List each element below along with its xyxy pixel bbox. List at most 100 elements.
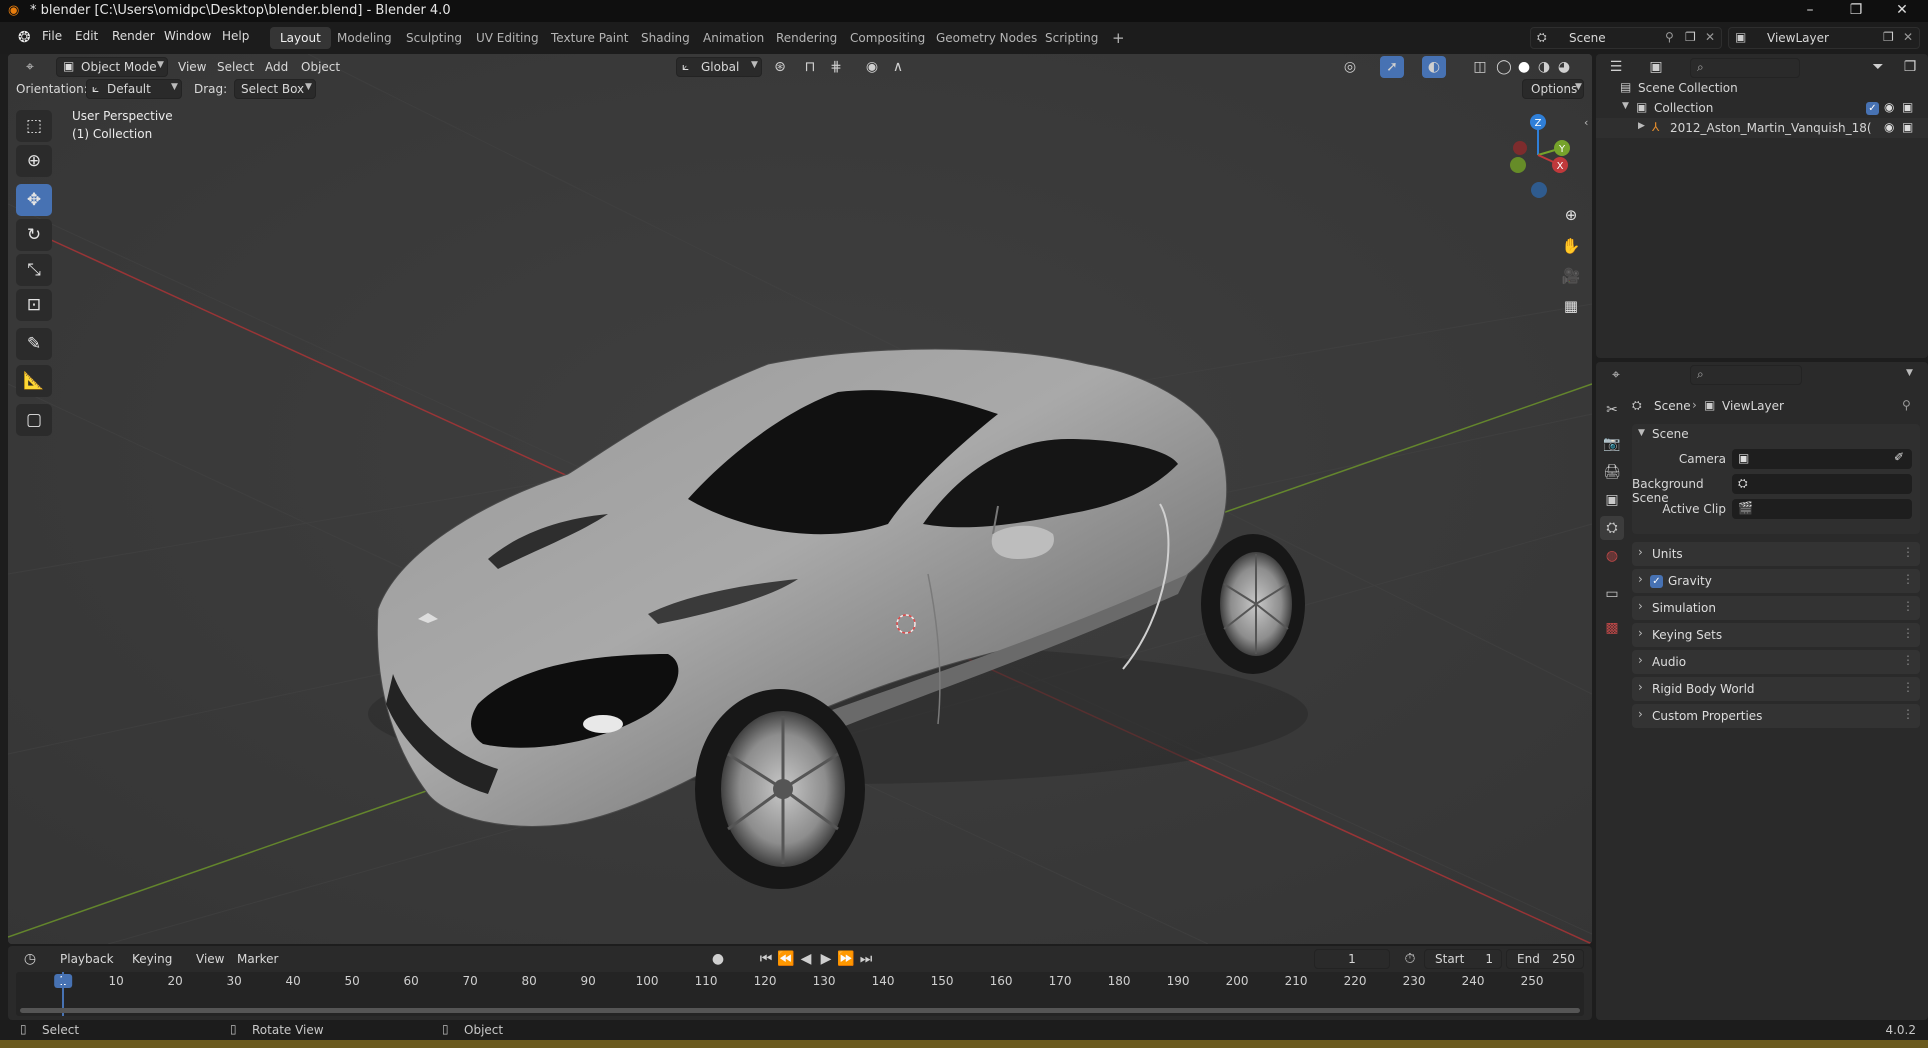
drag-handle-icon[interactable]: ⋮ xyxy=(1902,545,1914,559)
properties-editor-type-icon[interactable]: ⌖ xyxy=(1604,364,1628,386)
snap-icon[interactable]: ⊓ xyxy=(798,56,822,78)
record-icon[interactable]: ● xyxy=(706,948,730,970)
transform-tool[interactable]: ⊡ xyxy=(16,289,52,321)
camera-render-icon[interactable]: ▣ xyxy=(1902,100,1913,114)
annotate-tool[interactable]: ✎ xyxy=(16,328,52,360)
eye-icon[interactable]: ◉ xyxy=(1884,120,1894,134)
disclosure-triangle-icon[interactable]: ▶ xyxy=(1638,121,1645,131)
outliner-row-collection[interactable]: ▼ ▣ Collection ✓ ◉ ▣ xyxy=(1596,98,1928,118)
pivot-point-icon[interactable]: ⊛ xyxy=(768,56,792,78)
pan-hand-icon[interactable]: ✋ xyxy=(1557,233,1585,259)
visibility-selectability-icon[interactable]: ◎ xyxy=(1338,56,1362,78)
menu-file[interactable]: File xyxy=(42,29,62,43)
blender-menu-icon[interactable]: ❂ xyxy=(18,28,31,46)
minimize-button[interactable]: – xyxy=(1787,0,1833,22)
viewport-menu-view[interactable]: View xyxy=(178,60,206,74)
disclosure-triangle-icon[interactable]: ▼ xyxy=(1622,101,1629,111)
render-tab-icon[interactable]: 📷 xyxy=(1600,432,1624,456)
tab-scripting[interactable]: Scripting xyxy=(1035,27,1108,49)
scene-section-title[interactable]: Scene xyxy=(1652,427,1689,441)
menu-window[interactable]: Window xyxy=(164,29,211,43)
drag-handle-icon[interactable]: ⋮ xyxy=(1902,653,1914,667)
outliner-row-scene-collection[interactable]: ▤ Scene Collection xyxy=(1596,78,1928,98)
timeline-scrollbar[interactable] xyxy=(20,1008,1580,1013)
camera-field[interactable]: ▣ ✐ xyxy=(1732,449,1912,469)
remove-scene-icon[interactable]: ✕ xyxy=(1705,30,1715,44)
chevron-down-icon[interactable]: ▼ xyxy=(1638,428,1645,438)
filter-icon[interactable]: ⏷ xyxy=(1866,56,1890,78)
timeline-track[interactable]: 1102030405060708090100110120130140150160… xyxy=(16,972,1584,1016)
3d-viewport[interactable] xyxy=(8,54,1592,944)
outliner-search-input[interactable]: ⌕ xyxy=(1690,58,1800,78)
tab-geometry-nodes[interactable]: Geometry Nodes xyxy=(926,27,1047,49)
gizmo-neg-x-axis[interactable] xyxy=(1513,141,1527,155)
jump-end-icon[interactable]: ⏭ xyxy=(854,948,878,970)
timeline-menu-playback[interactable]: Playback xyxy=(60,952,114,966)
xray-toggle-icon[interactable]: ◫ xyxy=(1468,56,1492,78)
tab-compositing[interactable]: Compositing xyxy=(840,27,935,49)
chevron-down-icon[interactable]: ▼ xyxy=(1906,368,1913,378)
tab-sculpting[interactable]: Sculpting xyxy=(396,27,472,49)
eye-icon[interactable]: ◉ xyxy=(1884,100,1894,114)
transform-orientation-selector[interactable]: ⟀ Global ▼ xyxy=(676,57,762,77)
collection-include-checkbox[interactable]: ✓ xyxy=(1866,102,1879,115)
camera-render-icon[interactable]: ▣ xyxy=(1902,120,1913,134)
drag-handle-icon[interactable]: ⋮ xyxy=(1902,707,1914,721)
drag-handle-icon[interactable]: ⋮ xyxy=(1902,680,1914,694)
world-tab-icon[interactable]: ◍ xyxy=(1600,544,1624,568)
falloff-icon[interactable]: ∧ xyxy=(886,56,910,78)
proportional-edit-icon[interactable]: ◉ xyxy=(860,56,884,78)
rotate-tool[interactable]: ↻ xyxy=(16,219,52,251)
viewlayer-selector[interactable]: ▣ ViewLayer ❐ ✕ xyxy=(1728,27,1920,49)
pin-icon[interactable]: ⚲ xyxy=(1665,30,1674,44)
new-viewlayer-icon[interactable]: ❐ xyxy=(1883,30,1894,44)
editor-type-icon[interactable]: ⌖ xyxy=(18,56,42,78)
drag-dropdown[interactable]: Select Box ▼ xyxy=(234,79,316,99)
orientation-dropdown[interactable]: ⟀ Default ▼ xyxy=(86,79,182,99)
preview-range-icon[interactable]: ⏱ xyxy=(1398,948,1422,970)
end-frame-field[interactable]: End 250 xyxy=(1506,949,1584,969)
section-units[interactable]: › Units ⋮ xyxy=(1632,542,1920,566)
menu-edit[interactable]: Edit xyxy=(75,29,98,43)
perspective-toggle-icon[interactable]: ▦ xyxy=(1557,293,1585,319)
pin-icon[interactable]: ⚲ xyxy=(1902,398,1911,412)
tab-layout[interactable]: Layout xyxy=(270,27,331,49)
tab-animation[interactable]: Animation xyxy=(693,27,774,49)
section-rigid-body-world[interactable]: › Rigid Body World ⋮ xyxy=(1632,677,1920,701)
section-keying-sets[interactable]: › Keying Sets ⋮ xyxy=(1632,623,1920,647)
add-workspace-button[interactable]: + xyxy=(1102,27,1135,49)
output-tab-icon[interactable]: 🖨 xyxy=(1600,460,1624,484)
close-window-button[interactable]: ✕ xyxy=(1879,0,1925,22)
timeline-menu-marker[interactable]: Marker xyxy=(237,952,278,966)
texture-tab-icon[interactable]: ▩ xyxy=(1600,616,1624,640)
display-mode-icon[interactable]: ▣ xyxy=(1644,56,1668,78)
properties-search-input[interactable]: ⌕ xyxy=(1690,365,1802,385)
section-custom-properties[interactable]: › Custom Properties ⋮ xyxy=(1632,704,1920,728)
active-clip-field[interactable]: 🎬 xyxy=(1732,499,1912,519)
section-simulation[interactable]: › Simulation ⋮ xyxy=(1632,596,1920,620)
outliner-editor-type-icon[interactable]: ☰ xyxy=(1604,56,1628,78)
scene-selector[interactable]: ⛭ Scene ⚲ ❐ ✕ xyxy=(1530,27,1722,49)
cursor-tool[interactable]: ⊕ xyxy=(16,145,52,177)
navigation-gizmo[interactable]: Z Y X xyxy=(1490,110,1580,200)
move-tool[interactable]: ✥ xyxy=(16,184,52,216)
gizmo-neg-z-axis[interactable] xyxy=(1531,182,1547,198)
menu-render[interactable]: Render xyxy=(112,29,155,43)
gizmo-toggle-icon[interactable]: ➚ xyxy=(1380,56,1404,78)
timeline-menu-view[interactable]: View xyxy=(196,952,224,966)
collection-tab-icon[interactable]: ▭ xyxy=(1600,582,1624,606)
section-audio[interactable]: › Audio ⋮ xyxy=(1632,650,1920,674)
viewport-menu-add[interactable]: Add xyxy=(265,60,288,74)
current-frame-field[interactable]: 1 xyxy=(1314,949,1390,969)
eyedropper-icon[interactable]: ✐ xyxy=(1894,450,1904,464)
view-layer-tab-icon[interactable]: ▣ xyxy=(1600,488,1624,512)
start-frame-field[interactable]: Start 1 xyxy=(1424,949,1502,969)
background-scene-field[interactable]: ⛭ xyxy=(1732,474,1912,494)
collapse-sidebar-icon[interactable]: ‹ xyxy=(1584,116,1588,129)
overlay-toggle-icon[interactable]: ◐ xyxy=(1422,56,1446,78)
outliner-row-object[interactable]: ▶ ⅄ 2012_Aston_Martin_Vanquish_18( ◉ ▣ xyxy=(1596,118,1928,138)
rendered-shading-icon[interactable]: ◕ xyxy=(1552,56,1576,78)
scene-tab-icon[interactable]: ⛭ xyxy=(1600,516,1624,540)
remove-viewlayer-icon[interactable]: ✕ xyxy=(1903,30,1913,44)
gizmo-neg-y-axis[interactable] xyxy=(1510,157,1526,173)
